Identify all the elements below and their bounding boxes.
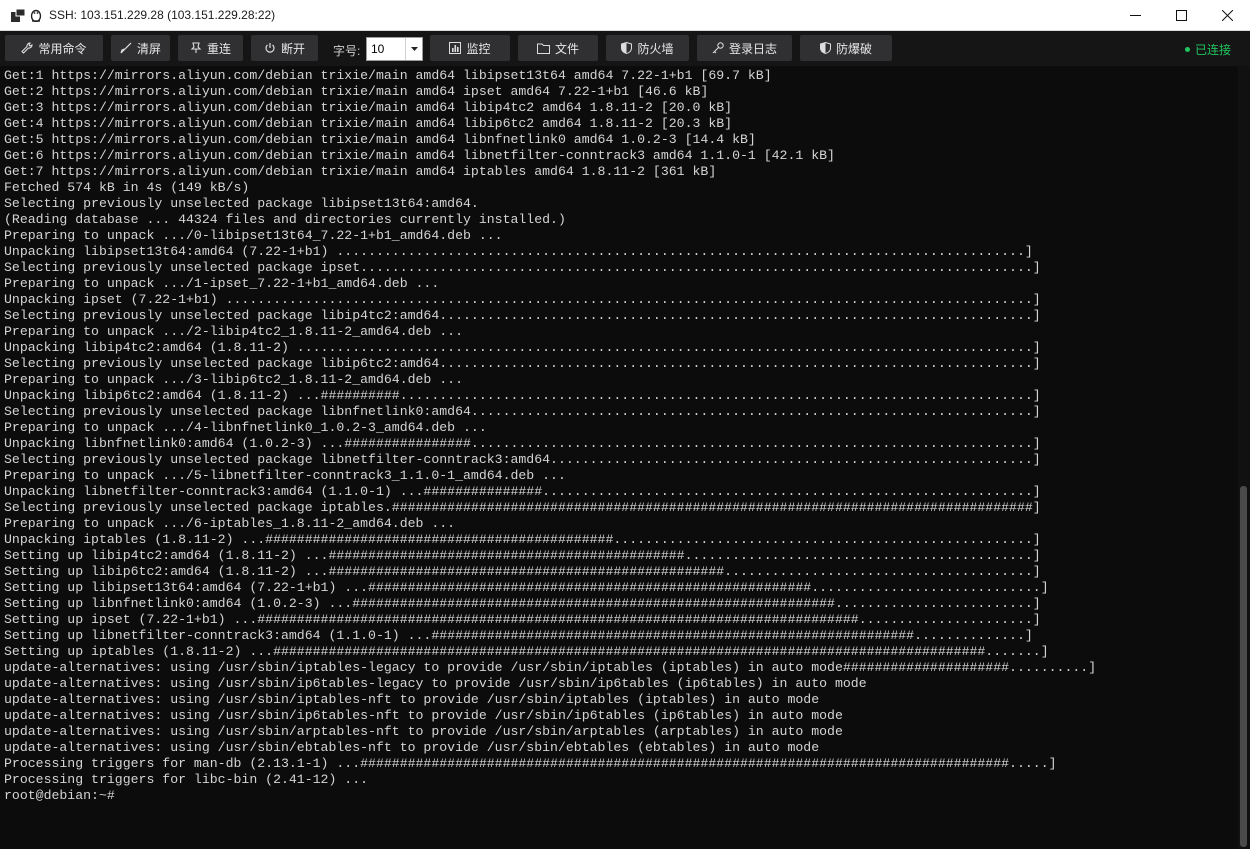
font-size-select[interactable]: 10 [366,37,423,61]
scrollbar-thumb[interactable] [1240,486,1247,847]
terminal-line: Selecting previously unselected package … [4,308,1041,323]
brush-icon [120,42,132,54]
login-log-label: 登录日志 [728,41,777,56]
power-icon [264,42,276,54]
terminal-line: Unpacking iptables (1.8.11-2) ...#######… [4,532,1041,547]
terminal-line: update-alternatives: using /usr/sbin/ipt… [4,692,820,707]
clear-screen-button[interactable]: 清屏 [111,35,170,61]
terminal-line: Selecting previously unselected package … [4,260,1041,275]
toolbar: 常用命令 清屏 重连 断开 字号: 10 监控 文件 防火墙 登录日志 防爆破 [0,31,1250,66]
monitor-label: 监控 [466,41,491,56]
reconnect-label: 重连 [206,41,231,56]
minimize-icon [1129,15,1141,16]
status-dot-icon [1185,47,1190,53]
terminal-line: root@debian:~# [4,788,115,803]
terminal-line: Get:3 https://mirrors.aliyun.com/debian … [4,100,733,115]
terminal-line: Setting up libnfnetlink0:amd64 (1.0.2-3)… [4,596,1041,611]
common-commands-label: 常用命令 [38,41,87,56]
terminal-line: Preparing to unpack .../5-libnetfilter-c… [4,468,566,483]
terminal-line: Setting up libip6tc2:amd64 (1.8.11-2) ..… [4,564,1041,579]
terminal-line: Selecting previously unselected package … [4,452,1041,467]
terminal-line: Unpacking ipset (7.22-1+b1) ............… [4,292,1041,307]
connection-status: 已连接 [1185,41,1231,58]
terminal-line: Selecting previously unselected package … [4,196,479,211]
terminal-line: Fetched 574 kB in 4s (149 kB/s) [4,180,250,195]
title-bar: SSH: 103.151.229.28 (103.151.229.28:22) [0,0,1250,31]
terminal-line: Get:6 https://mirrors.aliyun.com/debian … [4,148,835,163]
terminal-line: Get:5 https://mirrors.aliyun.com/debian … [4,132,756,147]
terminal-line: Processing triggers for libc-bin (2.41-1… [4,772,369,787]
terminal-line: Selecting previously unselected package … [4,356,1041,371]
terminal-line: update-alternatives: using /usr/sbin/ipt… [4,660,1097,675]
terminal-line: Setting up libipset13t64:amd64 (7.22-1+b… [4,580,1049,595]
folder-icon [536,43,550,54]
app-icon [11,9,25,22]
clear-screen-label: 清屏 [136,41,161,56]
close-button[interactable] [1204,0,1250,31]
terminal-line: Selecting previously unselected package … [4,500,1041,515]
linux-icon [30,9,42,22]
terminal-line: Setting up libnetfilter-conntrack3:amd64… [4,628,1033,643]
terminal-line: Preparing to unpack .../0-libipset13t64_… [4,228,503,243]
terminal-scrollbar[interactable] [1238,66,1250,849]
terminal-text: Get:1 https://mirrors.aliyun.com/debian … [4,68,1096,804]
terminal-output[interactable]: Get:1 https://mirrors.aliyun.com/debian … [0,66,1238,849]
terminal-line: update-alternatives: using /usr/sbin/ebt… [4,740,820,755]
minimize-button[interactable] [1112,0,1158,31]
terminal-line: Selecting previously unselected package … [4,404,1041,419]
disconnect-label: 断开 [280,41,305,56]
shield-icon [819,42,831,54]
monitor-button[interactable]: 监控 [430,35,510,61]
pin-icon [190,42,202,54]
shield-icon [621,42,633,54]
terminal-line: Preparing to unpack .../6-iptables_1.8.1… [4,516,456,531]
terminal-line: Preparing to unpack .../3-libip6tc2_1.8.… [4,372,463,387]
anti-bruteforce-label: 防爆破 [835,41,872,56]
files-label: 文件 [554,41,579,56]
maximize-icon [1175,10,1187,21]
reconnect-button[interactable]: 重连 [178,35,243,61]
font-size-value: 10 [371,42,385,56]
status-label: 已连接 [1195,43,1232,57]
terminal-line: Get:4 https://mirrors.aliyun.com/debian … [4,116,733,131]
terminal-line: Get:1 https://mirrors.aliyun.com/debian … [4,68,772,83]
terminal-line: Preparing to unpack .../2-libip4tc2_1.8.… [4,324,463,339]
terminal-line: update-alternatives: using /usr/sbin/ip6… [4,708,843,723]
terminal-line: Get:2 https://mirrors.aliyun.com/debian … [4,84,709,99]
terminal-line: Unpacking libip4tc2:amd64 (1.8.11-2) ...… [4,340,1041,355]
terminal-line: Setting up libip4tc2:amd64 (1.8.11-2) ..… [4,548,1041,563]
firewall-button[interactable]: 防火墙 [606,35,689,61]
close-icon [1221,10,1233,21]
login-log-button[interactable]: 登录日志 [697,35,792,61]
firewall-label: 防火墙 [637,41,674,56]
terminal-line: Unpacking libnetfilter-conntrack3:amd64 … [4,484,1041,499]
terminal-line: Unpacking libipset13t64:amd64 (7.22-1+b1… [4,244,1033,259]
key-icon [712,42,724,54]
terminal-line: Setting up iptables (1.8.11-2) ...######… [4,644,1049,659]
terminal-line: Processing triggers for man-db (2.13.1-1… [4,756,1057,771]
wrench-icon [21,42,34,54]
terminal-line: Preparing to unpack .../1-ipset_7.22-1+b… [4,276,440,291]
font-size-label: 字号: [333,44,361,58]
chevron-down-icon[interactable] [405,38,422,60]
window-title: SSH: 103.151.229.28 (103.151.229.28:22) [49,8,276,22]
files-button[interactable]: 文件 [518,35,598,61]
maximize-button[interactable] [1158,0,1204,31]
terminal-line: Unpacking libnfnetlink0:amd64 (1.0.2-3) … [4,436,1041,451]
terminal-line: update-alternatives: using /usr/sbin/ip6… [4,676,867,691]
terminal-line: Get:7 https://mirrors.aliyun.com/debian … [4,164,717,179]
terminal-line: update-alternatives: using /usr/sbin/arp… [4,724,843,739]
chart-icon [449,42,462,54]
terminal-line: (Reading database ... 44324 files and di… [4,212,566,227]
common-commands-button[interactable]: 常用命令 [5,35,103,61]
anti-bruteforce-button[interactable]: 防爆破 [800,35,892,61]
terminal-line: Preparing to unpack .../4-libnfnetlink0_… [4,420,487,435]
disconnect-button[interactable]: 断开 [251,35,318,61]
terminal-line: Unpacking libip6tc2:amd64 (1.8.11-2) ...… [4,388,1041,403]
terminal-line: Setting up ipset (7.22-1+b1) ...########… [4,612,1041,627]
